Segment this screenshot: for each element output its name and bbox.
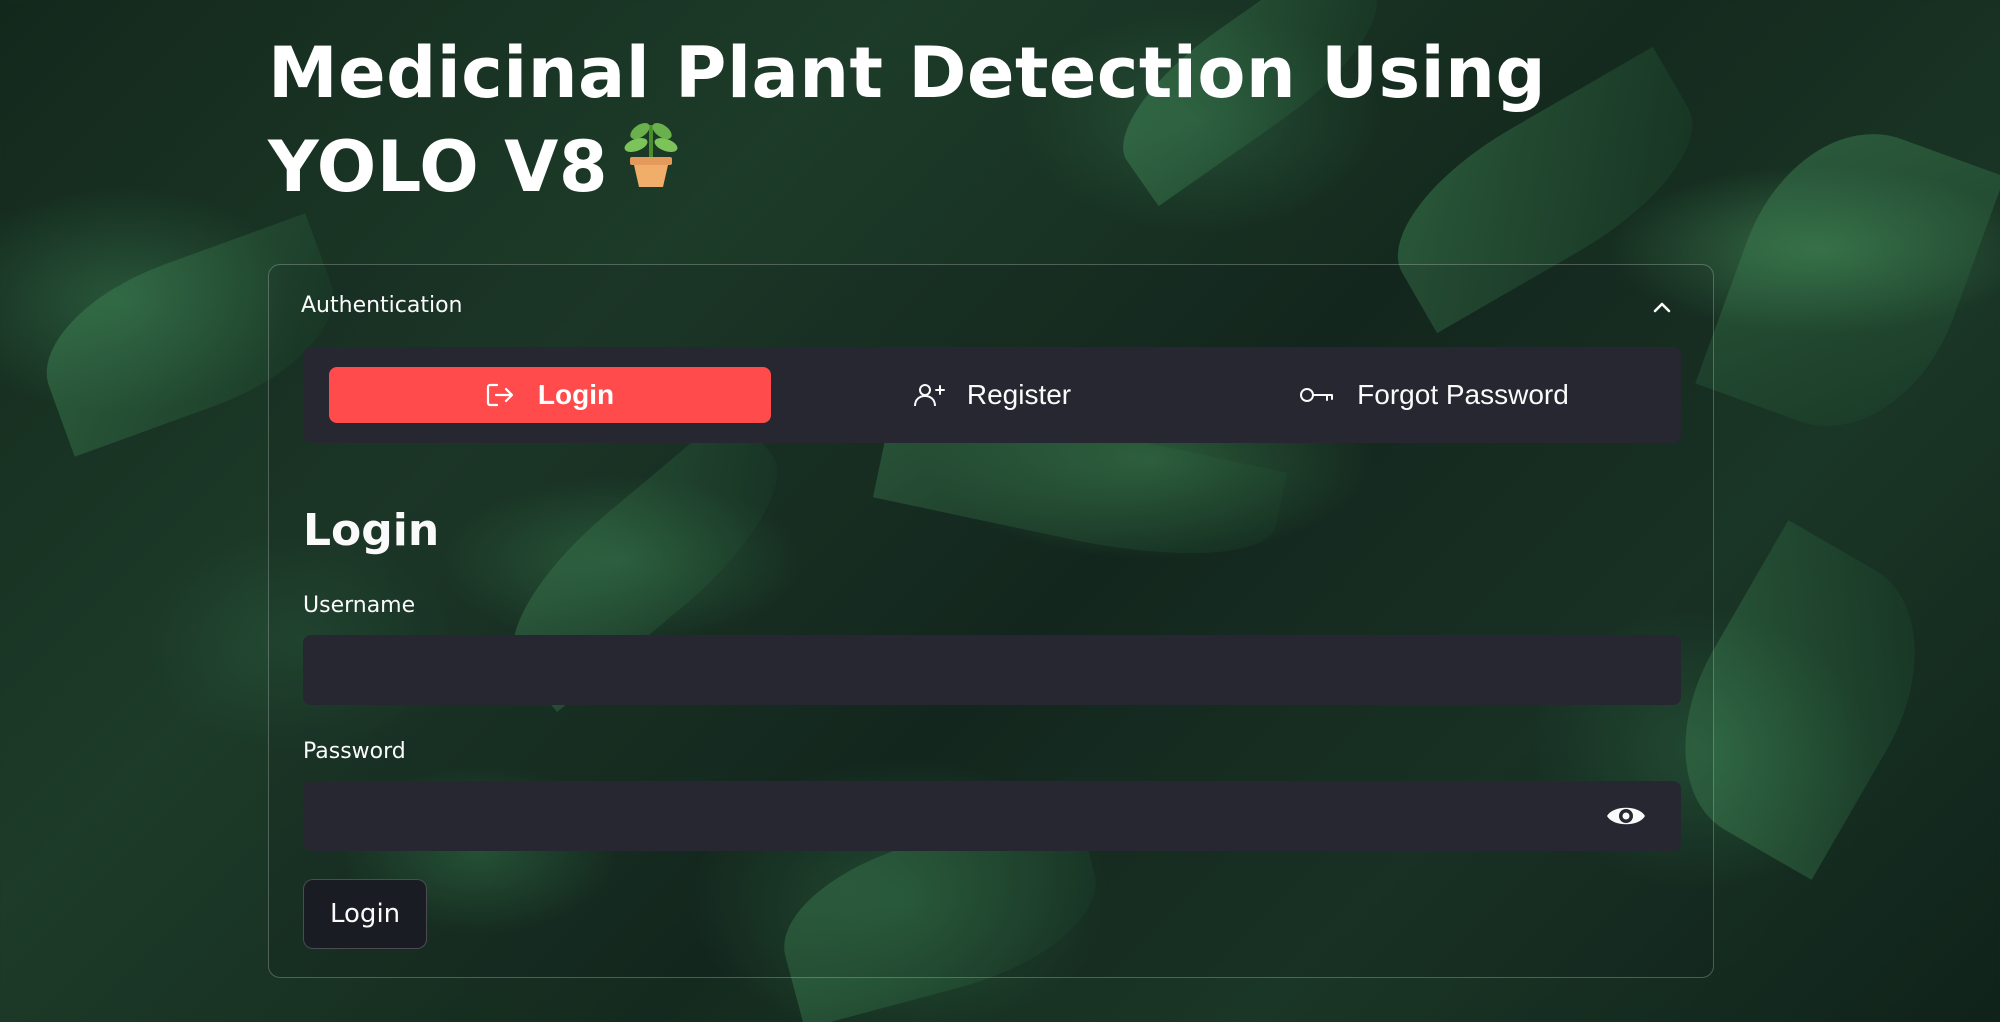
login-form-title: Login — [303, 505, 440, 556]
auth-tab-bar: Login Register Forgot Password — [303, 347, 1681, 443]
app-title-text: Medicinal Plant Detection Using YOLO V8 — [268, 32, 1547, 208]
potted-plant-icon — [620, 117, 682, 212]
user-plus-icon — [913, 384, 945, 407]
eye-icon[interactable] — [1605, 801, 1647, 831]
authentication-expander: Authentication Login Register Forgot Pas… — [268, 264, 1714, 978]
login-submit-button[interactable]: Login — [303, 879, 428, 949]
expander-header[interactable]: Authentication — [301, 293, 1681, 325]
username-label: Username — [303, 593, 416, 618]
app-title: Medicinal Plant Detection Using YOLO V8 — [268, 26, 1568, 214]
username-input[interactable] — [303, 635, 1681, 705]
login-arrow-icon — [486, 383, 513, 407]
tab-register-label: Register — [966, 379, 1072, 410]
expander-label: Authentication — [301, 293, 463, 318]
tab-login-label: Login — [537, 379, 615, 410]
password-input[interactable] — [303, 781, 1681, 851]
password-label: Password — [303, 739, 406, 764]
tab-forgot-password-label: Forgot Password — [1357, 379, 1569, 410]
tab-forgot-password[interactable]: Forgot Password — [1213, 367, 1655, 423]
chevron-up-icon[interactable] — [1649, 295, 1675, 321]
tab-register[interactable]: Register — [771, 367, 1213, 423]
key-icon — [1300, 388, 1334, 402]
background-leaf — [1695, 101, 2000, 459]
tab-login[interactable]: Login — [329, 367, 771, 423]
